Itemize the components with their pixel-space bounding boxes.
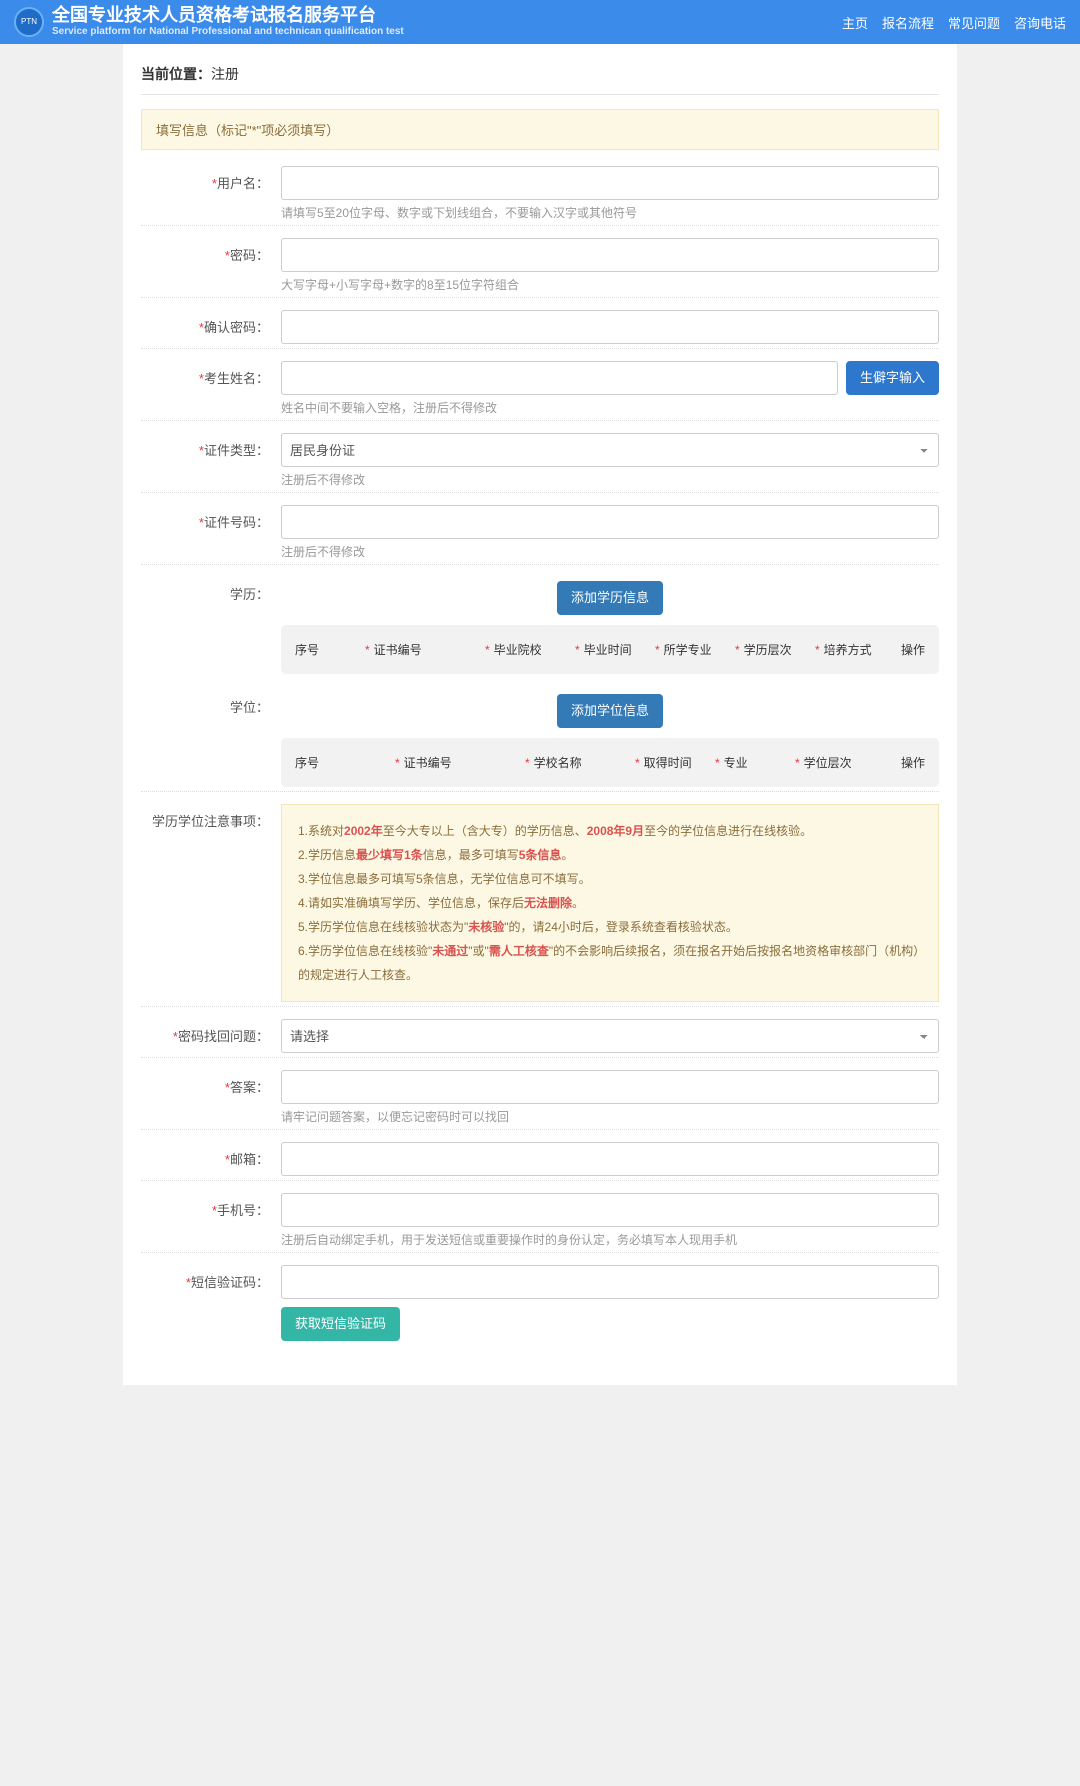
top-header: PTN 全国专业技术人员资格考试报名服务平台 Service platform … (0, 0, 1080, 44)
degree-table-header: 序号 *证书编号 *学校名称 *取得时间 *专业 *学位层次 操作 (281, 738, 939, 787)
site-title-cn: 全国专业技术人员资格考试报名服务平台 (52, 6, 404, 26)
label-email: 邮箱： (230, 1152, 269, 1167)
label-sms: 短信验证码： (191, 1275, 269, 1290)
edu-col-time: 毕业时间 (584, 641, 632, 658)
input-password[interactable] (281, 238, 939, 272)
row-secq: *密码找回问题： 请选择 (141, 1007, 939, 1058)
site-title-en: Service platform for National Profession… (52, 26, 404, 38)
add-edu-button[interactable]: 添加学历信息 (557, 581, 663, 615)
logo-icon: PTN (14, 7, 44, 37)
nav-process[interactable]: 报名流程 (882, 13, 934, 32)
logo-block: PTN 全国专业技术人员资格考试报名服务平台 Service platform … (14, 6, 842, 38)
hint-id-type: 注册后不得修改 (281, 471, 939, 488)
label-answer: 答案： (230, 1080, 269, 1095)
edu-col-cert: 证书编号 (374, 641, 422, 658)
nav-faq[interactable]: 常见问题 (948, 13, 1000, 32)
nav-home[interactable]: 主页 (842, 13, 868, 32)
row-answer: *答案： 请牢记问题答案，以便忘记密码时可以找回 (141, 1058, 939, 1130)
label-name: 考生姓名： (204, 371, 269, 386)
select-secq[interactable]: 请选择 (281, 1019, 939, 1053)
add-degree-button[interactable]: 添加学位信息 (557, 694, 663, 728)
breadcrumb-page: 注册 (211, 66, 239, 82)
hint-id-no: 注册后不得修改 (281, 543, 939, 560)
row-notice: 学历学位注意事项： 1.系统对2002年至今大专以上（含大专）的学历信息、200… (141, 792, 939, 1007)
row-degree: 学位： 添加学位信息 序号 *证书编号 *学校名称 *取得时间 *专业 *学位层… (141, 678, 939, 792)
row-confirm: *确认密码： (141, 298, 939, 349)
input-sms[interactable] (281, 1265, 939, 1299)
input-answer[interactable] (281, 1070, 939, 1104)
input-mobile[interactable] (281, 1193, 939, 1227)
deg-col-op: 操作 (901, 754, 925, 771)
hint-password: 大写字母+小写字母+数字的8至15位字符组合 (281, 276, 939, 293)
deg-col-school: 学校名称 (534, 754, 582, 771)
hint-mobile: 注册后自动绑定手机，用于发送短信或重要操作时的身份认定，务必填写本人现用手机 (281, 1231, 939, 1248)
form-tip: 填写信息（标记"*"项必须填写） (141, 109, 939, 150)
input-email[interactable] (281, 1142, 939, 1176)
label-password: 密码： (230, 248, 269, 263)
deg-col-cert: 证书编号 (404, 754, 452, 771)
label-confirm: 确认密码： (204, 320, 269, 335)
deg-col-time: 取得时间 (644, 754, 692, 771)
row-edu: 学历： 添加学历信息 序号 *证书编号 *毕业院校 *毕业时间 *所学专业 *学… (141, 565, 939, 678)
edu-col-level: 学历层次 (744, 641, 792, 658)
row-id-type: *证件类型： 居民身份证 注册后不得修改 (141, 421, 939, 493)
row-username: *用户名： 请填写5至20位字母、数字或下划线组合，不要输入汉字或其他符号 (141, 154, 939, 226)
edu-col-seq: 序号 (295, 641, 365, 658)
deg-col-level: 学位层次 (804, 754, 852, 771)
breadcrumb: 当前位置：注册 (141, 58, 939, 95)
row-name: *考生姓名： 生僻字输入 姓名中间不要输入空格，注册后不得修改 (141, 349, 939, 421)
deg-col-major: 专业 (724, 754, 748, 771)
get-sms-button[interactable]: 获取短信验证码 (281, 1307, 400, 1341)
top-nav: 主页 报名流程 常见问题 咨询电话 (842, 13, 1066, 32)
row-id-no: *证件号码： 注册后不得修改 (141, 493, 939, 565)
hint-answer: 请牢记问题答案，以便忘记密码时可以找回 (281, 1108, 939, 1125)
row-mobile: *手机号： 注册后自动绑定手机，用于发送短信或重要操作时的身份认定，务必填写本人… (141, 1181, 939, 1253)
edu-col-school: 毕业院校 (494, 641, 542, 658)
rare-char-button[interactable]: 生僻字输入 (846, 361, 939, 395)
breadcrumb-label: 当前位置： (141, 66, 211, 82)
label-degree: 学位： (230, 700, 269, 715)
nav-contact[interactable]: 咨询电话 (1014, 13, 1066, 32)
notice-box: 1.系统对2002年至今大专以上（含大专）的学历信息、2008年9月至今的学位信… (281, 804, 939, 1002)
row-email: *邮箱： (141, 1130, 939, 1181)
label-id-type: 证件类型： (204, 443, 269, 458)
row-password: *密码： 大写字母+小写字母+数字的8至15位字符组合 (141, 226, 939, 298)
hint-username: 请填写5至20位字母、数字或下划线组合，不要输入汉字或其他符号 (281, 204, 939, 221)
label-id-no: 证件号码： (204, 515, 269, 530)
page-container: 当前位置：注册 填写信息（标记"*"项必须填写） *用户名： 请填写5至20位字… (123, 44, 957, 1385)
input-username[interactable] (281, 166, 939, 200)
input-id-no[interactable] (281, 505, 939, 539)
edu-col-major: 所学专业 (664, 641, 712, 658)
edu-table-header: 序号 *证书编号 *毕业院校 *毕业时间 *所学专业 *学历层次 *培养方式 操… (281, 625, 939, 674)
input-name[interactable] (281, 361, 838, 395)
label-username: 用户名： (217, 176, 269, 191)
edu-col-op: 操作 (901, 641, 925, 658)
input-confirm[interactable] (281, 310, 939, 344)
label-edu: 学历： (230, 587, 269, 602)
deg-col-seq: 序号 (295, 754, 395, 771)
label-notice: 学历学位注意事项： (152, 814, 269, 829)
row-sms: *短信验证码： 获取短信验证码 (141, 1253, 939, 1345)
edu-col-mode: 培养方式 (824, 641, 872, 658)
label-secq: 密码找回问题： (178, 1029, 269, 1044)
label-mobile: 手机号： (217, 1203, 269, 1218)
hint-name: 姓名中间不要输入空格，注册后不得修改 (281, 399, 939, 416)
select-id-type[interactable]: 居民身份证 (281, 433, 939, 467)
